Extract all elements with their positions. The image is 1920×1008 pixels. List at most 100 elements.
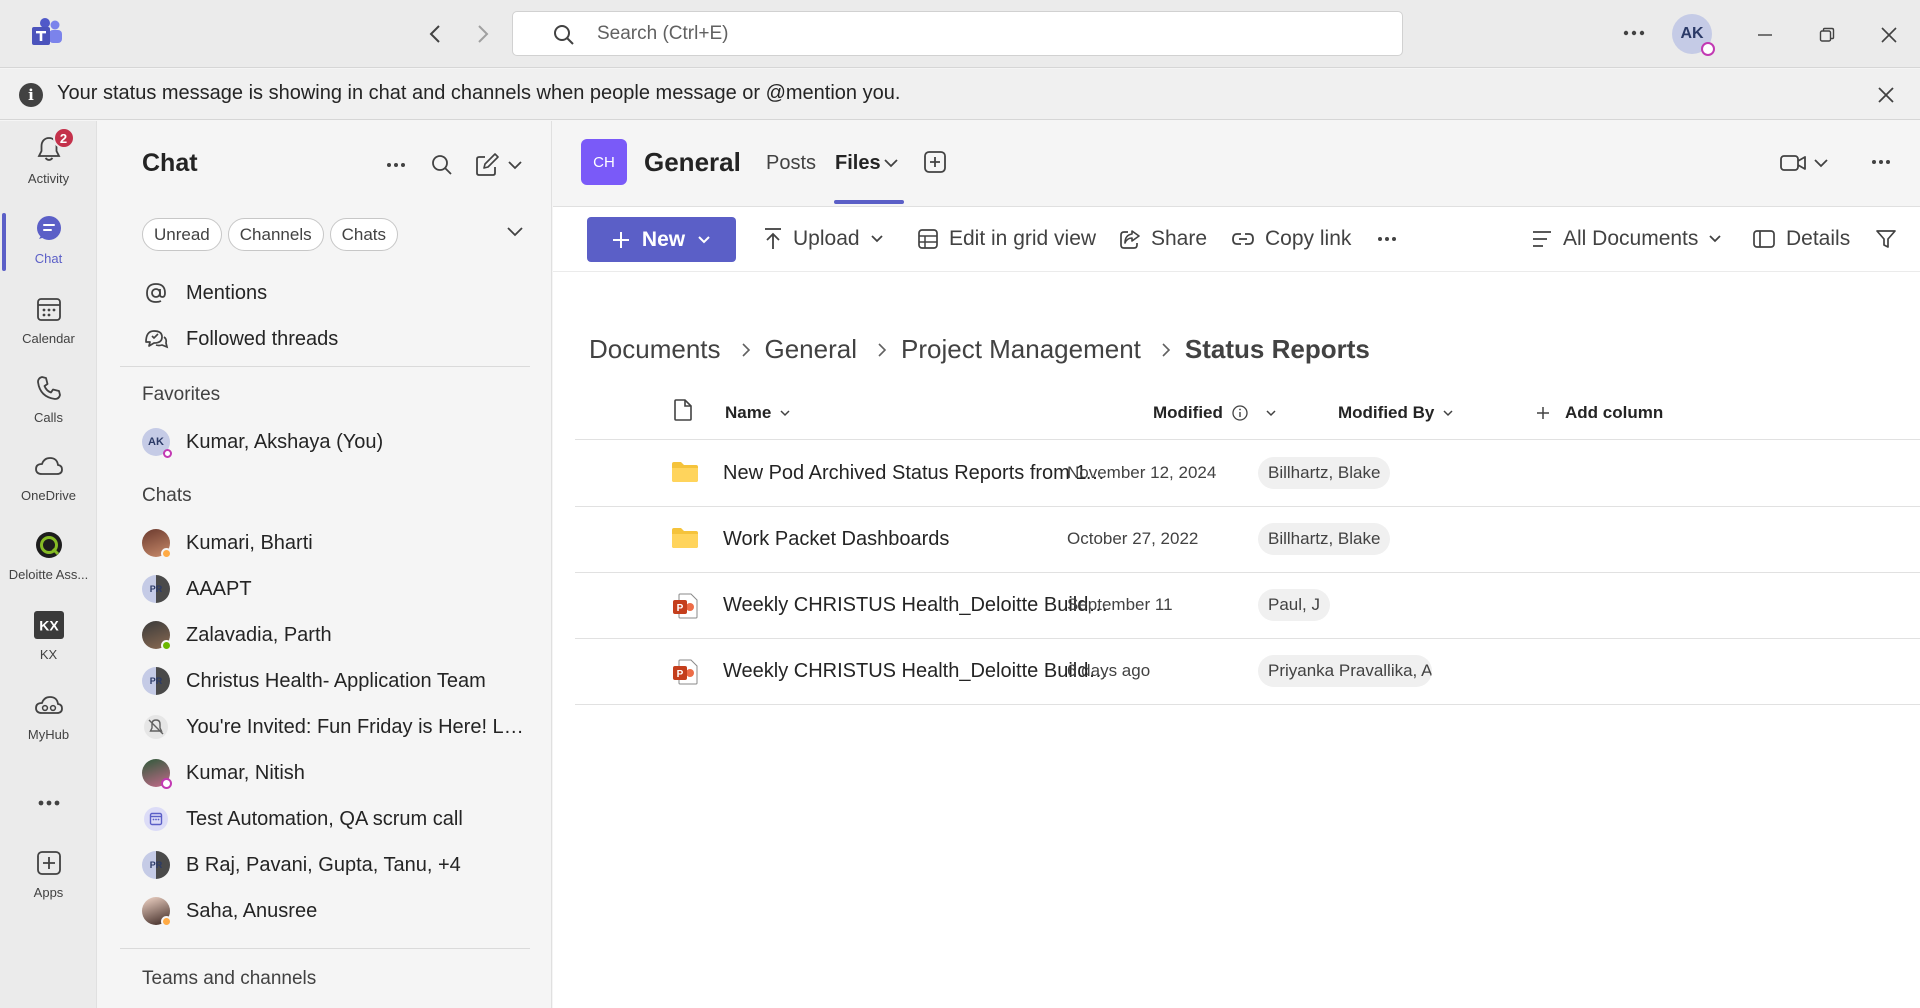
back-button[interactable]: [421, 20, 449, 48]
chat-item[interactable]: Kumari, Bharti: [142, 525, 532, 561]
file-modified-by[interactable]: Paul, J: [1258, 589, 1330, 621]
column-name[interactable]: Name: [725, 403, 791, 423]
share-button[interactable]: Share: [1119, 221, 1207, 257]
rail-item-deloitte-assist[interactable]: Deloitte Ass...: [0, 523, 97, 597]
file-name[interactable]: Weekly CHRISTUS Health_Deloitte Build Te…: [723, 660, 1113, 683]
grid-icon: [918, 229, 938, 249]
breadcrumb: Documents General Project Management Sta…: [589, 334, 1370, 365]
rail-more-button[interactable]: [0, 781, 97, 825]
chat-name: Kumar, Nitish: [186, 761, 305, 784]
threads-icon: [142, 325, 170, 353]
chat-name: Zalavadia, Parth: [186, 623, 332, 646]
list-view-icon: [1533, 231, 1551, 247]
table-row[interactable]: P Weekly CHRISTUS Health_Deloitte Build …: [575, 639, 1920, 705]
rail-label: MyHub: [27, 727, 70, 742]
tab-posts[interactable]: Posts: [766, 152, 816, 175]
teams-logo-icon[interactable]: [30, 18, 64, 50]
breadcrumb-project-management[interactable]: Project Management: [901, 334, 1141, 365]
folder-icon: [671, 460, 699, 488]
file-modified-by[interactable]: Billhartz, Blake: [1258, 457, 1391, 489]
upload-button[interactable]: Upload: [763, 221, 884, 257]
tab-files[interactable]: Files: [835, 152, 881, 175]
file-name[interactable]: Work Packet Dashboards: [723, 528, 1113, 551]
chat-item[interactable]: PR B Raj, Pavani, Gupta, Tanu, +4: [142, 847, 532, 883]
meet-video-icon[interactable]: [1779, 151, 1831, 175]
column-modified-by[interactable]: Modified By: [1338, 403, 1454, 423]
close-window-button[interactable]: [1874, 20, 1904, 50]
chat-item[interactable]: AK Kumar, Akshaya (You): [142, 424, 532, 460]
view-selector[interactable]: All Documents: [1531, 221, 1722, 257]
followed-threads-item[interactable]: Followed threads: [142, 321, 532, 357]
filter-channels[interactable]: Channels: [227, 218, 324, 251]
forward-button[interactable]: [469, 20, 497, 48]
chat-item[interactable]: Kumar, Nitish: [142, 755, 532, 791]
rail-item-chat[interactable]: Chat: [0, 207, 97, 281]
column-modified[interactable]: Modified: [1153, 403, 1277, 423]
rail-item-myhub[interactable]: MyHub: [0, 683, 97, 757]
breadcrumb-documents[interactable]: Documents: [589, 334, 721, 365]
rail-label: Calls: [34, 410, 63, 425]
chat-item[interactable]: Test Automation, QA scrum call: [142, 801, 532, 837]
add-tab-icon[interactable]: [923, 150, 947, 174]
table-row[interactable]: Work Packet Dashboards October 27, 2022 …: [575, 507, 1920, 573]
new-button[interactable]: New: [587, 217, 736, 262]
edit-grid-view-button[interactable]: Edit in grid view: [917, 221, 1096, 257]
file-type-icon[interactable]: [673, 398, 693, 422]
link-icon: [1232, 233, 1254, 245]
rail-item-kx[interactable]: KX KX: [0, 603, 97, 677]
filter-unread[interactable]: Unread: [142, 218, 222, 251]
breadcrumb-general[interactable]: General: [765, 334, 858, 365]
rail-item-activity[interactable]: 2 Activity: [0, 127, 97, 201]
new-chat-icon[interactable]: [472, 149, 526, 181]
teams-and-channels-header[interactable]: Teams and channels: [142, 968, 316, 990]
presence-indicator: [161, 548, 172, 559]
activity-badge: 2: [52, 127, 75, 149]
chats-header[interactable]: Chats: [142, 485, 192, 507]
rail-item-calls[interactable]: Calls: [0, 366, 97, 440]
chat-item[interactable]: Saha, Anusree: [142, 893, 532, 929]
edit-grid-label: Edit in grid view: [949, 227, 1097, 250]
toolbar-more-icon[interactable]: [1377, 221, 1397, 257]
copy-link-button[interactable]: Copy link: [1231, 221, 1351, 257]
restore-button[interactable]: [1812, 20, 1842, 50]
chat-item[interactable]: Zalavadia, Parth: [142, 617, 532, 653]
powerpoint-icon: P: [671, 658, 699, 686]
add-column-button[interactable]: Add column: [1535, 403, 1663, 423]
chat-pane-title: Chat: [142, 149, 198, 177]
chat-search-icon[interactable]: [426, 149, 458, 181]
group-avatar: PR: [142, 575, 170, 603]
avatar: [142, 621, 172, 651]
chat-more-icon[interactable]: [380, 149, 412, 181]
files-chevron-down-icon[interactable]: [883, 157, 899, 169]
rail-item-apps[interactable]: Apps: [0, 841, 97, 915]
chat-item[interactable]: PR AAAPT: [142, 571, 532, 607]
rail-label: Chat: [34, 251, 63, 266]
mentions-item[interactable]: Mentions: [142, 275, 532, 311]
search-box[interactable]: [512, 11, 1403, 56]
table-row[interactable]: New Pod Archived Status Reports from 11_…: [575, 441, 1920, 507]
file-name[interactable]: New Pod Archived Status Reports from 11_…: [723, 462, 1113, 485]
file-modified-by[interactable]: Priyanka Pravallika, Ac: [1258, 655, 1432, 687]
user-avatar[interactable]: AK: [1672, 14, 1715, 56]
rail-label: OneDrive: [21, 488, 76, 503]
chat-item[interactable]: You're Invited: Fun Friday is Here! Let.…: [142, 709, 532, 745]
rail-item-onedrive[interactable]: OneDrive: [0, 444, 97, 518]
file-modified-by[interactable]: Billhartz, Blake: [1258, 523, 1391, 555]
favorites-header[interactable]: Favorites: [142, 384, 220, 406]
more-options-icon[interactable]: [1620, 18, 1648, 48]
rail-item-calendar[interactable]: Calendar: [0, 287, 97, 361]
search-input[interactable]: [597, 18, 1377, 50]
minimize-button[interactable]: [1750, 20, 1780, 50]
filters-chevron-down-icon[interactable]: [506, 225, 524, 237]
details-label: Details: [1786, 227, 1851, 250]
details-button[interactable]: Details: [1752, 221, 1850, 257]
filter-chats[interactable]: Chats: [329, 218, 399, 251]
file-name[interactable]: Weekly CHRISTUS Health_Deloitte Build Te…: [723, 594, 1113, 617]
filter-icon[interactable]: [1875, 221, 1897, 257]
chat-item[interactable]: PR Christus Health- Application Team: [142, 663, 532, 699]
banner-close-button[interactable]: [1872, 81, 1900, 109]
table-row[interactable]: P Weekly CHRISTUS Health_Deloitte Build …: [575, 573, 1920, 639]
channel-avatar[interactable]: CH: [581, 139, 627, 185]
copy-link-label: Copy link: [1265, 227, 1352, 250]
channel-more-icon[interactable]: [1871, 159, 1891, 165]
